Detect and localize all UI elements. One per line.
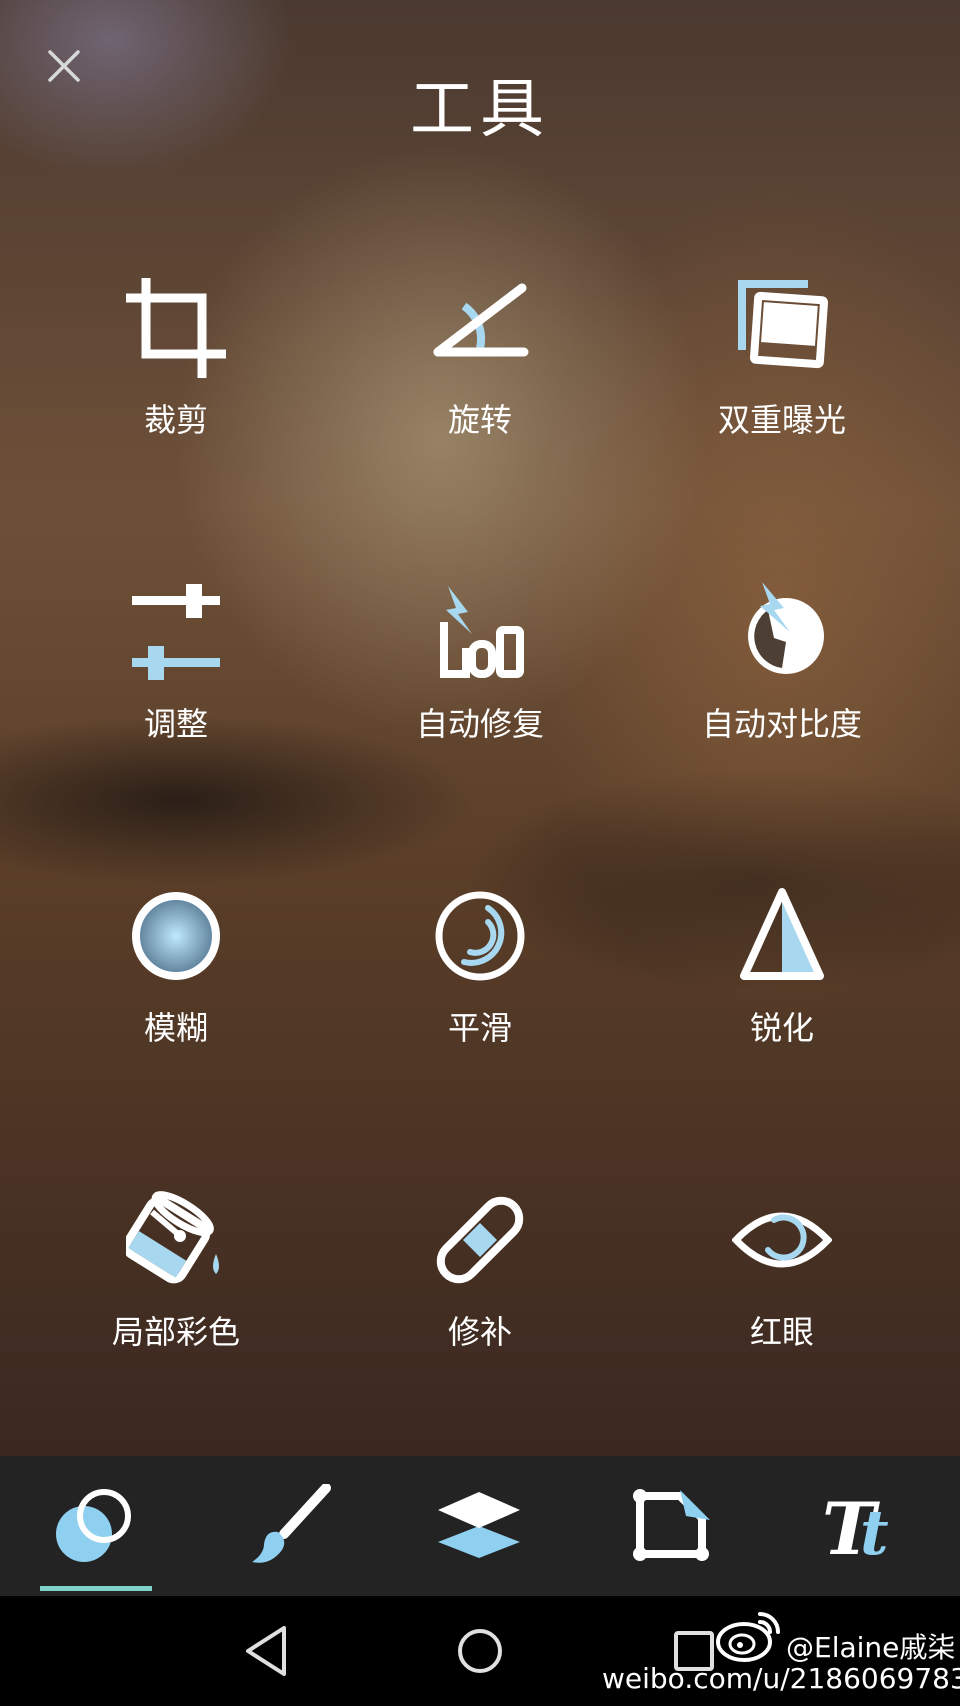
text-icon: T t: [822, 1486, 889, 1568]
tool-auto-fix[interactable]: 自动修复: [330, 582, 630, 822]
tab-text[interactable]: T t: [800, 1456, 930, 1596]
blur-icon: [132, 892, 220, 980]
page-title: 工具: [410, 73, 550, 147]
red-eye-icon: [732, 1212, 832, 1268]
tool-color-splash[interactable]: 局部彩色: [26, 1190, 326, 1430]
patch-icon: [436, 1196, 524, 1284]
brush-icon: [252, 1484, 331, 1563]
layers-icon: [438, 1492, 520, 1558]
bottom-toolbar: T t: [0, 1456, 960, 1596]
crop-icon: [126, 278, 226, 378]
auto-contrast-icon: [748, 582, 824, 674]
tool-crop[interactable]: 裁剪: [26, 278, 326, 518]
double-exposure-icon: [738, 280, 829, 369]
weibo-logo-icon: [716, 1612, 780, 1662]
tool-double-exposure[interactable]: 双重曝光: [632, 278, 932, 518]
color-splash-icon: [126, 1191, 219, 1284]
tool-label: 自动修复: [415, 705, 544, 743]
sharpen-icon: [740, 888, 824, 980]
tool-label: 平滑: [447, 1009, 512, 1047]
tool-auto-contrast[interactable]: 自动对比度: [632, 582, 932, 822]
tab-effects[interactable]: [30, 1456, 160, 1596]
back-triangle-icon: [246, 1626, 286, 1676]
tool-label: 局部彩色: [111, 1313, 240, 1351]
home-circle-icon: [458, 1629, 502, 1673]
tool-patch[interactable]: 修补: [330, 1190, 630, 1430]
tool-red-eye[interactable]: 红眼: [632, 1190, 932, 1430]
nav-home-button[interactable]: [440, 1616, 520, 1686]
rotate-icon: [433, 283, 529, 357]
tool-label: 模糊: [143, 1009, 208, 1047]
frame-sticker-icon: [633, 1489, 710, 1561]
tab-brush[interactable]: [226, 1456, 356, 1596]
tool-label: 双重曝光: [717, 401, 846, 439]
tool-label: 锐化: [749, 1009, 814, 1047]
tool-rotate[interactable]: 旋转: [330, 278, 630, 518]
auto-fix-icon: [440, 586, 524, 678]
tool-label: 自动对比度: [701, 705, 862, 743]
adjust-icon: [132, 584, 220, 680]
tool-label: 红眼: [749, 1313, 814, 1351]
tool-blur[interactable]: 模糊: [26, 886, 326, 1126]
tab-layers[interactable]: [414, 1456, 544, 1596]
tool-label: 旋转: [447, 401, 512, 439]
tool-smooth[interactable]: 平滑: [330, 886, 630, 1126]
tool-label: 裁剪: [143, 401, 208, 439]
tab-frame-sticker[interactable]: [608, 1456, 738, 1596]
watermark-handle: @Elaine戚柒: [786, 1631, 956, 1664]
smooth-icon: [435, 891, 525, 981]
nav-back-button[interactable]: [226, 1616, 306, 1686]
selected-tab-indicator: [40, 1586, 152, 1591]
tool-sharpen[interactable]: 锐化: [632, 886, 932, 1126]
svg-text:t: t: [860, 1496, 889, 1568]
watermark-url: weibo.com/u/2186069783: [602, 1662, 960, 1695]
effects-circles-icon: [56, 1489, 131, 1562]
tool-adjust[interactable]: 调整: [26, 582, 326, 822]
tool-label: 调整: [143, 705, 208, 743]
tool-label: 修补: [447, 1313, 512, 1351]
